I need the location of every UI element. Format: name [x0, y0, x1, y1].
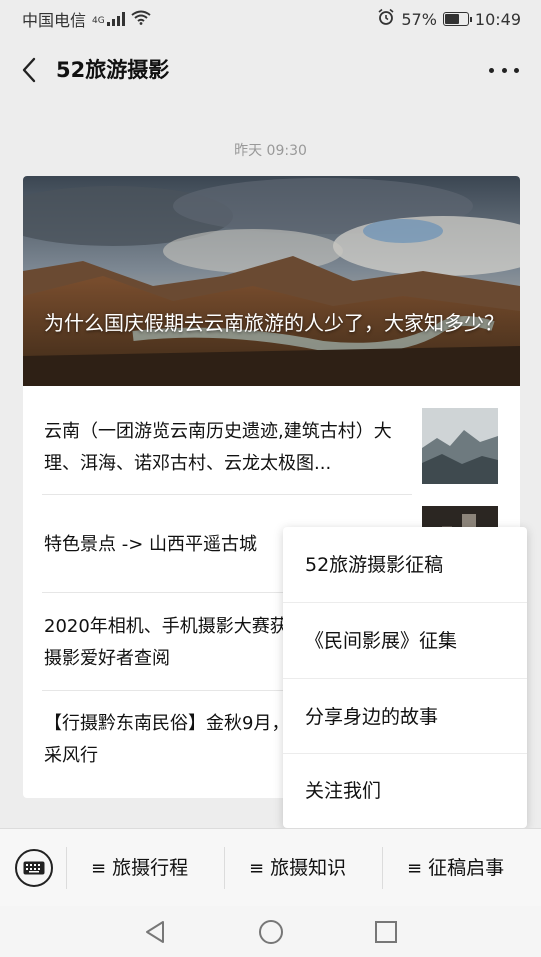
popup-menu: 52旅游摄影征稿 《民间影展》征集 分享身边的故事 关注我们 — [283, 527, 527, 828]
more-icon — [489, 67, 494, 73]
status-right: 57% 10:49 — [377, 8, 521, 30]
article-thumbnail — [422, 408, 498, 484]
system-nav-bar — [0, 906, 541, 957]
tab-photo-knowledge[interactable]: ≡ 旅摄知识 — [249, 829, 346, 907]
tab-label: 旅摄知识 — [270, 857, 347, 879]
menu-item-submission[interactable]: 52旅游摄影征稿 — [283, 527, 527, 603]
message-timestamp: 昨天 09:30 — [234, 143, 307, 159]
status-bar: 中国电信 4G 57% 10:49 — [0, 0, 541, 38]
battery-percent: 57% — [401, 9, 437, 29]
article-item[interactable]: 云南（一团游览云南历史遗迹,建筑古村）大理、洱海、诺邓古村、云龙太极图... — [23, 386, 520, 484]
network-type-label: 4G — [92, 16, 105, 26]
system-home-button[interactable] — [257, 918, 285, 946]
status-left: 中国电信 4G — [22, 7, 151, 31]
alarm-icon — [377, 8, 395, 30]
circle-home-icon — [259, 920, 283, 944]
battery-icon — [442, 12, 472, 26]
menu-lines-icon: ≡ — [407, 858, 423, 879]
system-recents-button[interactable] — [372, 918, 400, 946]
article-item-title: 云南（一团游览云南历史遗迹,建筑古村）大理、洱海、诺邓古村、云龙太极图... — [44, 421, 392, 474]
hero-title: 为什么国庆假期去云南旅游的人少了，大家知多少？ — [44, 311, 504, 335]
keyboard-toggle-button[interactable] — [15, 849, 53, 887]
triangle-back-icon — [146, 921, 164, 943]
tab-divider — [382, 847, 383, 889]
square-recents-icon — [375, 921, 397, 943]
wifi-icon — [131, 10, 151, 29]
nav-bar: 52旅游摄影 — [0, 38, 541, 102]
tab-label: 征稿启事 — [428, 857, 505, 879]
tab-travel-itinerary[interactable]: ≡ 旅摄行程 — [91, 829, 188, 907]
signal-icon: 4G — [92, 12, 125, 26]
carrier-label: 中国电信 — [22, 11, 87, 30]
menu-item-follow-us[interactable]: 关注我们 — [283, 754, 527, 828]
system-back-button[interactable] — [141, 918, 169, 946]
tab-divider — [66, 847, 67, 889]
bottom-menu-bar: ≡ 旅摄行程 ≡ 旅摄知识 ≡ 征稿启事 — [0, 828, 541, 906]
menu-item-folk-exhibition[interactable]: 《民间影展》征集 — [283, 603, 527, 679]
clock: 10:49 — [474, 9, 521, 29]
keyboard-icon — [23, 861, 45, 875]
back-button[interactable] — [14, 52, 44, 88]
tab-divider — [224, 847, 225, 889]
hero-article[interactable]: 为什么国庆假期去云南旅游的人少了，大家知多少？ — [23, 176, 520, 386]
page-title: 52旅游摄影 — [56, 58, 170, 82]
tab-submission-notice[interactable]: ≡ 征稿启事 — [407, 829, 504, 907]
chevron-left-icon — [22, 57, 36, 83]
hero-landscape-image — [23, 176, 520, 386]
menu-lines-icon: ≡ — [91, 858, 107, 879]
more-button[interactable] — [489, 60, 519, 80]
menu-item-share-stories[interactable]: 分享身边的故事 — [283, 679, 527, 755]
menu-lines-icon: ≡ — [249, 858, 265, 879]
tab-label: 旅摄行程 — [112, 857, 189, 879]
